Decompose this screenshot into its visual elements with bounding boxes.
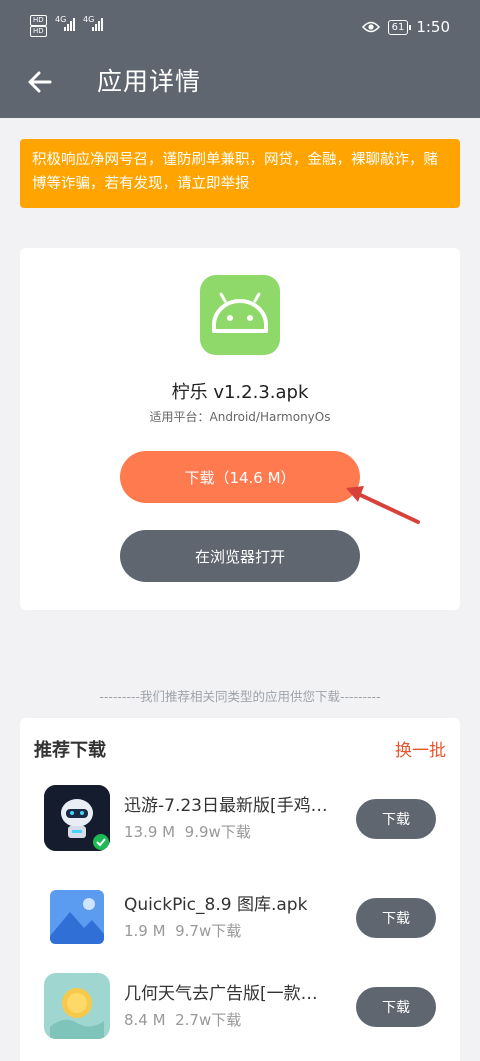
back-arrow-icon[interactable] — [24, 66, 56, 98]
recommend-title: 推荐下载 — [34, 740, 106, 761]
item-name: 几何天气去广告版[一款… — [124, 984, 318, 1004]
gallery-app-icon — [44, 884, 110, 950]
item-download-button[interactable]: 下载 — [356, 987, 436, 1027]
warning-notice: 积极响应净网号召，谨防刷单兼职，网贷，金融，裸聊敲诈，赌博等诈骗，若有发现，请立… — [20, 139, 460, 208]
weather-app-icon — [44, 973, 110, 1039]
battery-icon: 61 — [387, 19, 412, 35]
sim-indicators: HD HD — [30, 15, 47, 37]
eye-icon — [361, 21, 380, 33]
item-name: 迅游-7.23日最新版[手鸡… — [124, 796, 328, 816]
item-meta: 13.9 M 9.9w下载 — [124, 823, 251, 841]
refresh-batch-link[interactable]: 换一批 — [395, 736, 446, 761]
item-meta: 1.9 M 9.7w下载 — [124, 922, 242, 940]
page-title: 应用详情 — [97, 67, 202, 96]
list-item[interactable]: 几何天气去广告版[一款… 8.4 M 2.7w下载 下载 — [20, 973, 460, 1053]
signal-icon — [64, 18, 75, 31]
item-download-button[interactable]: 下载 — [356, 799, 436, 839]
red-pointer-arrow-icon — [346, 486, 420, 524]
clock: 1:50 — [416, 18, 450, 36]
recommend-section: 推荐下载 换一批 迅游-7.23日最新版[手鸡… 13.9 M 9.9w下载 下… — [20, 718, 460, 1061]
item-meta: 8.4 M 2.7w下载 — [124, 1011, 242, 1029]
item-name: QuickPic_8.9 图库.apk — [124, 895, 308, 915]
item-download-button[interactable]: 下载 — [356, 898, 436, 938]
status-bar: HD HD 4G 4G 61 1:50 — [0, 0, 480, 60]
app-name: 柠乐 v1.2.3.apk — [171, 382, 309, 403]
app-platform: 适用平台：Android/HarmonyOs — [149, 410, 331, 424]
signal-icon — [92, 18, 103, 31]
robot-app-icon — [44, 785, 110, 851]
sim2-hd-badge: HD — [30, 26, 47, 37]
open-in-browser-button[interactable]: 在浏览器打开 — [120, 530, 360, 582]
list-item[interactable]: 迅游-7.23日最新版[手鸡… 13.9 M 9.9w下载 下载 — [20, 785, 460, 865]
list-item[interactable]: QuickPic_8.9 图库.apk 1.9 M 9.7w下载 下载 — [20, 884, 460, 964]
android-app-icon — [200, 275, 280, 355]
sim1-hd-badge: HD — [30, 15, 47, 26]
app-header: HD HD 4G 4G 61 1:50 应用详情 — [0, 0, 480, 118]
download-button[interactable]: 下载（14.6 M） — [120, 451, 360, 503]
app-detail-card: 柠乐 v1.2.3.apk 适用平台：Android/HarmonyOs 下载（… — [20, 248, 460, 610]
recommend-divider: ---------我们推荐相关同类型的应用供您下载--------- — [99, 689, 381, 704]
